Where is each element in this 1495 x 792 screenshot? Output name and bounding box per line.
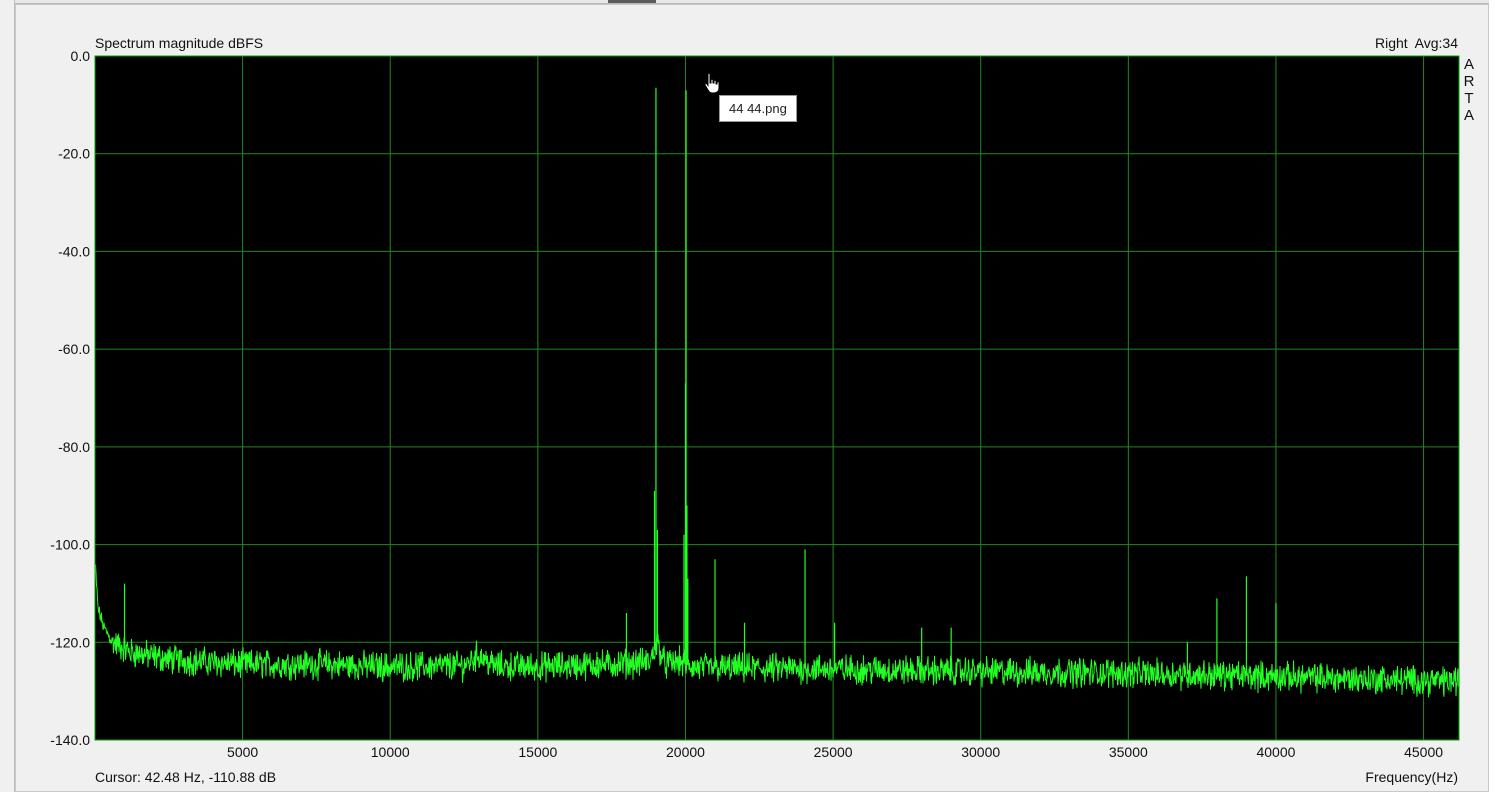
channel-info: Right Avg:34 (1375, 35, 1458, 51)
y-tick-label: 0.0 (71, 48, 91, 64)
y-tick-label: -60.0 (58, 341, 90, 357)
x-tick-label: 5000 (227, 744, 258, 760)
y-tick-labels: 0.0 -20.0 -40.0 -60.0 -80.0 -100.0 -120.0 -140.… (50, 48, 90, 748)
x-axis-label: Frequency(Hz) (1365, 769, 1458, 785)
y-tick-label: -20.0 (58, 146, 90, 162)
x-tick-label: 25000 (814, 744, 853, 760)
y-tick-label: -40.0 (58, 243, 90, 259)
plot-area[interactable] (95, 56, 1459, 740)
y-tick-label: -80.0 (58, 439, 90, 455)
x-tick-label: 15000 (518, 744, 557, 760)
x-tick-label: 30000 (961, 744, 1000, 760)
x-tick-label: 40000 (1256, 744, 1295, 760)
x-tick-label: 20000 (666, 744, 705, 760)
y-tick-label: -140.0 (50, 732, 90, 748)
arta-letter-1: A (1464, 56, 1474, 73)
y-tick-label: -120.0 (50, 634, 90, 650)
hand-cursor-icon (704, 72, 720, 94)
y-tick-label: -100.0 (50, 537, 90, 553)
chart-title: Spectrum magnitude dBFS (95, 35, 263, 51)
x-tick-label: 35000 (1109, 744, 1148, 760)
x-tick-labels: 5000 10000 15000 20000 25000 30000 35000 40000 4… (227, 744, 1443, 760)
tooltip: 44 44.png (719, 95, 797, 122)
arta-letter-3: T (1464, 90, 1473, 107)
x-tick-label: 45000 (1404, 744, 1443, 760)
arta-letter-4: A (1464, 107, 1474, 124)
arta-letter-2: R (1464, 73, 1475, 90)
cursor-readout: Cursor: 42.48 Hz, -110.88 dB (95, 769, 276, 785)
x-tick-label: 10000 (371, 744, 410, 760)
